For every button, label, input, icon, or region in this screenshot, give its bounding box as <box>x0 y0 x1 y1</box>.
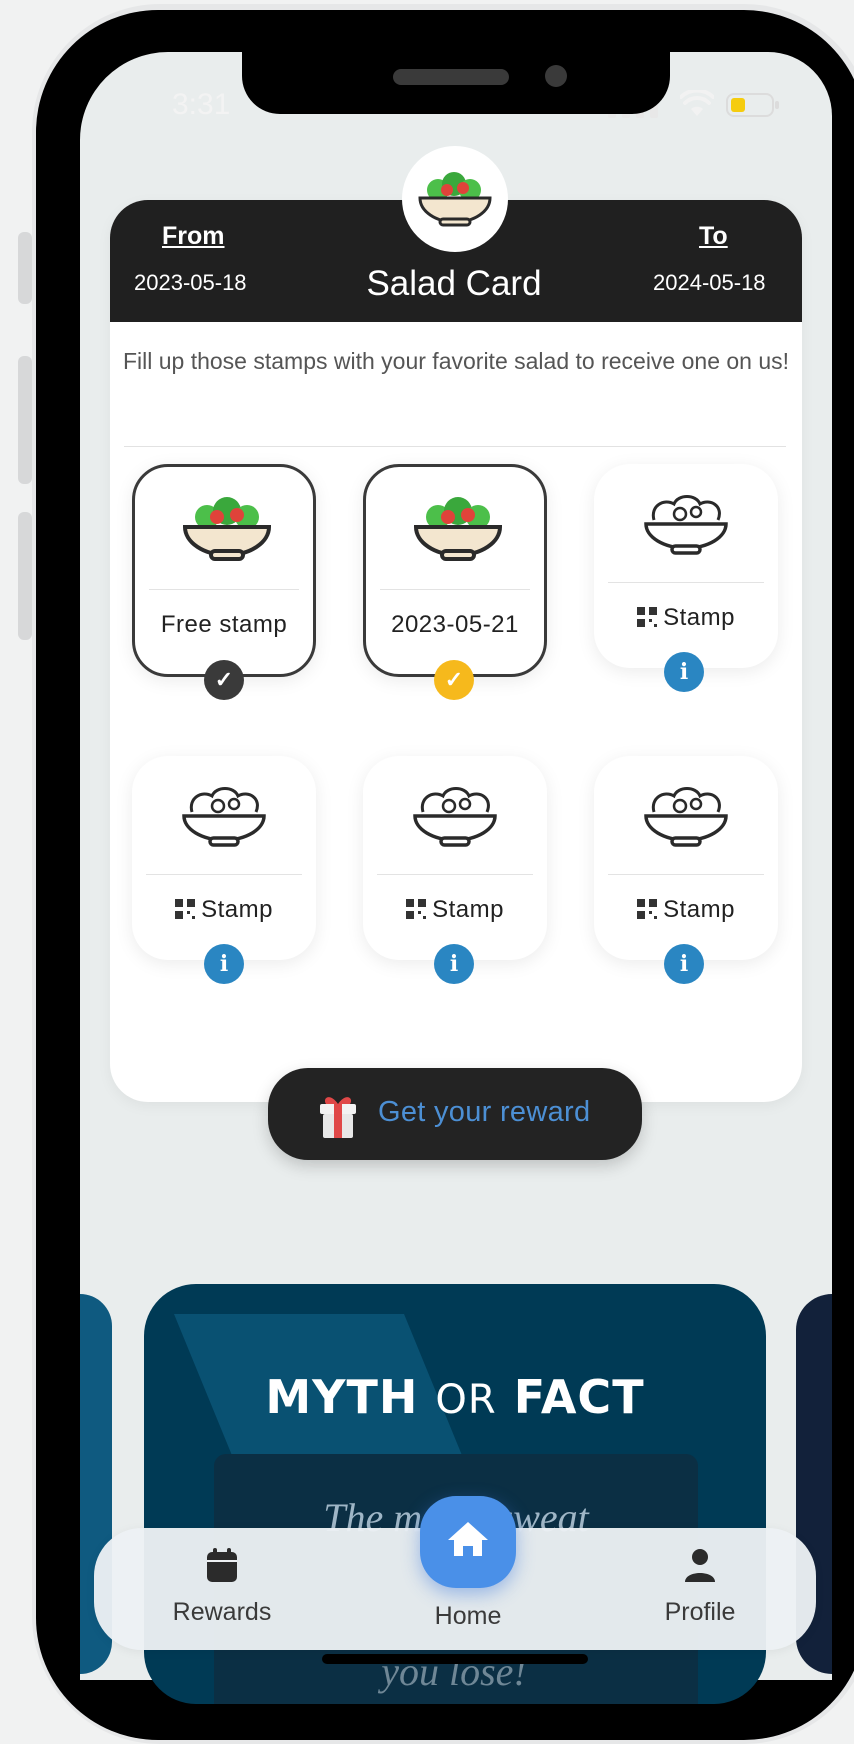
stamp-slot-5[interactable]: Stamp <box>363 756 547 960</box>
status-time: 3:31 <box>172 88 231 121</box>
stamp-slot-4[interactable]: Stamp <box>132 756 316 960</box>
check-icon: ✓ <box>204 660 244 700</box>
salad-bowl-outline-icon <box>182 787 266 847</box>
get-reward-button[interactable]: Get your reward <box>268 1068 642 1160</box>
qr-code-icon <box>637 606 658 627</box>
salad-bowl-icon <box>413 497 503 561</box>
qr-code-icon <box>637 898 658 919</box>
salad-bowl-icon <box>418 172 492 227</box>
to-label: To <box>699 222 728 250</box>
tab-rewards[interactable]: Rewards <box>150 1540 294 1630</box>
home-indicator <box>322 1654 588 1664</box>
gift-icon <box>320 1097 356 1138</box>
stamp-label: Free stamp <box>160 611 288 638</box>
tab-home-button[interactable] <box>420 1496 516 1588</box>
notch-camera <box>545 65 567 87</box>
user-icon <box>685 1549 715 1582</box>
phone-mute-switch <box>18 232 32 304</box>
to-date: 2024-05-18 <box>653 270 766 295</box>
info-icon[interactable]: i <box>664 944 704 984</box>
stamp-rule <box>608 874 764 875</box>
salad-bowl-outline-icon <box>644 495 728 555</box>
stamp-rule <box>149 589 299 590</box>
stamp-label-text: Stamp <box>663 604 735 631</box>
card-logo <box>402 146 508 252</box>
stamp-rule <box>608 582 764 583</box>
from-date: 2023-05-18 <box>134 270 247 295</box>
home-icon <box>448 1522 488 1556</box>
phone-volume-down <box>18 512 32 640</box>
salad-bowl-icon <box>182 497 272 561</box>
notch-speaker <box>393 69 509 85</box>
stamp-label-text: Stamp <box>663 896 735 923</box>
card-title: Salad Card <box>366 264 542 303</box>
card-divider <box>124 446 786 447</box>
tab-profile-label: Profile <box>664 1598 736 1626</box>
qr-code-icon <box>175 898 196 919</box>
check-icon: ✓ <box>434 660 474 700</box>
wifi-icon <box>679 88 715 123</box>
stamp-slot-6[interactable]: Stamp <box>594 756 778 960</box>
card-description: Fill up those stamps with your favorite … <box>122 348 790 374</box>
battery-icon <box>726 92 780 123</box>
stamp-label: Stamp <box>594 604 778 632</box>
stamp-rule <box>146 874 302 875</box>
stamp-slot-1[interactable]: Free stamp <box>132 464 316 677</box>
phone-volume-up <box>18 356 32 484</box>
tab-home-label[interactable]: Home <box>404 1602 532 1631</box>
stamp-label: Stamp <box>594 896 778 924</box>
salad-bowl-outline-icon <box>644 787 728 847</box>
reward-button-label: Get your reward <box>378 1096 591 1128</box>
stamp-label: 2023-05-21 <box>391 611 519 638</box>
qr-code-icon <box>406 898 427 919</box>
stamp-label: Stamp <box>132 896 316 924</box>
tab-profile[interactable]: Profile <box>628 1540 772 1630</box>
info-icon[interactable]: i <box>204 944 244 984</box>
stamp-slot-3[interactable]: Stamp <box>594 464 778 668</box>
info-icon[interactable]: i <box>434 944 474 984</box>
salad-bowl-outline-icon <box>413 787 497 847</box>
info-icon[interactable]: i <box>664 652 704 692</box>
calendar-icon <box>207 1548 237 1582</box>
tab-rewards-label: Rewards <box>172 1598 272 1626</box>
stamp-label: Stamp <box>363 896 547 924</box>
stamp-slot-2[interactable]: 2023-05-21 <box>363 464 547 677</box>
stamp-rule <box>377 874 533 875</box>
stamp-label-text: Stamp <box>432 896 504 923</box>
stamp-label-text: Stamp <box>201 896 273 923</box>
from-label: From <box>162 222 225 250</box>
myth-or-fact-title: MYTH OR FACT <box>265 1370 645 1424</box>
stamp-rule <box>380 589 530 590</box>
